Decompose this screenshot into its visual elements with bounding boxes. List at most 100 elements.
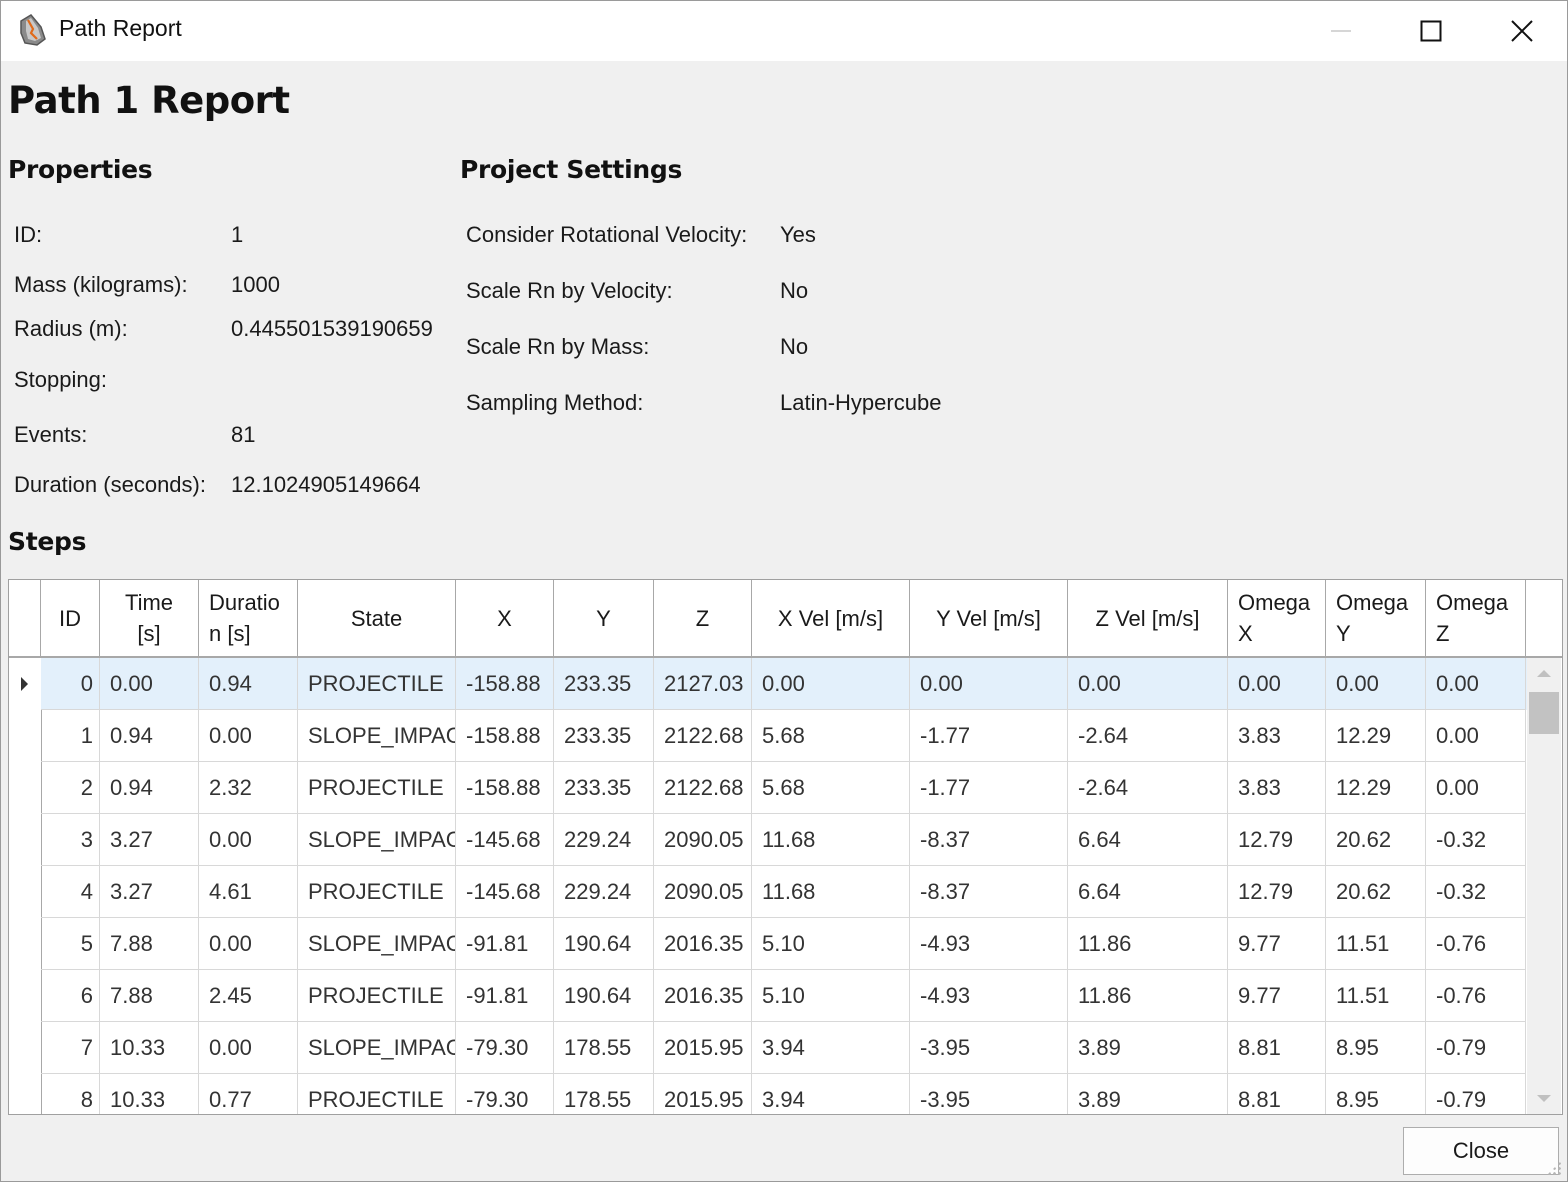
cell-z[interactable]: 2015.95 — [654, 1022, 752, 1074]
cell-x[interactable]: -91.81 — [456, 918, 554, 970]
cell-duration[interactable]: 0.77 — [199, 1074, 298, 1114]
column-header-x[interactable]: X — [456, 580, 554, 656]
cell-state[interactable]: SLOPE_IMPAC — [298, 814, 456, 866]
cell-omega-x[interactable]: 3.83 — [1228, 762, 1326, 814]
column-header-omega-x[interactable]: Omega X — [1228, 580, 1326, 656]
cell-z-vel[interactable]: -2.64 — [1068, 762, 1228, 814]
cell-z[interactable]: 2127.03 — [654, 658, 752, 710]
cell-y[interactable]: 233.35 — [554, 762, 654, 814]
cell-y-vel[interactable]: -8.37 — [910, 814, 1068, 866]
cell-time[interactable]: 10.33 — [100, 1074, 199, 1114]
cell-omega-y[interactable]: 8.95 — [1326, 1074, 1426, 1114]
cell-omega-z[interactable]: -0.79 — [1426, 1074, 1526, 1114]
vertical-scrollbar[interactable] — [1527, 658, 1561, 1114]
cell-x-vel[interactable]: 0.00 — [752, 658, 910, 710]
cell-state[interactable]: PROJECTILE — [298, 658, 456, 710]
cell-x[interactable]: -158.88 — [456, 762, 554, 814]
column-header-z-vel[interactable]: Z Vel [m/s] — [1068, 580, 1228, 656]
cell-id[interactable]: 1 — [41, 710, 100, 762]
cell-y[interactable]: 178.55 — [554, 1022, 654, 1074]
cell-omega-x[interactable]: 12.79 — [1228, 866, 1326, 918]
cell-y-vel[interactable]: -3.95 — [910, 1074, 1068, 1114]
cell-y-vel[interactable]: -4.93 — [910, 918, 1068, 970]
cell-omega-x[interactable]: 9.77 — [1228, 918, 1326, 970]
table-row[interactable]: 8 10.33 0.77 PROJECTILE -79.30 178.55 2015.95 3… — [41, 1074, 1527, 1114]
window-close-button[interactable] — [1477, 1, 1567, 61]
cell-z-vel[interactable]: 11.86 — [1068, 970, 1228, 1022]
cell-z-vel[interactable]: 6.64 — [1068, 866, 1228, 918]
cell-x[interactable]: -79.30 — [456, 1022, 554, 1074]
cell-omega-z[interactable]: 0.00 — [1426, 710, 1526, 762]
cell-state[interactable]: PROJECTILE — [298, 970, 456, 1022]
cell-time[interactable]: 10.33 — [100, 1022, 199, 1074]
cell-y[interactable]: 190.64 — [554, 918, 654, 970]
cell-omega-z[interactable]: 0.00 — [1426, 658, 1526, 710]
cell-duration[interactable]: 2.45 — [199, 970, 298, 1022]
cell-id[interactable]: 6 — [41, 970, 100, 1022]
cell-id[interactable]: 4 — [41, 866, 100, 918]
cell-y[interactable]: 229.24 — [554, 814, 654, 866]
minimize-button[interactable] — [1296, 1, 1386, 61]
cell-omega-y[interactable]: 12.29 — [1326, 762, 1426, 814]
cell-state[interactable]: PROJECTILE — [298, 866, 456, 918]
cell-z-vel[interactable]: 0.00 — [1068, 658, 1228, 710]
table-row[interactable]: 1 0.94 0.00 SLOPE_IMPAC -158.88 233.35 2122.68… — [41, 710, 1527, 762]
cell-id[interactable]: 3 — [41, 814, 100, 866]
cell-id[interactable]: 5 — [41, 918, 100, 970]
cell-z[interactable]: 2015.95 — [654, 1074, 752, 1114]
cell-x-vel[interactable]: 11.68 — [752, 814, 910, 866]
cell-time[interactable]: 7.88 — [100, 918, 199, 970]
cell-omega-z[interactable]: -0.76 — [1426, 970, 1526, 1022]
cell-duration[interactable]: 2.32 — [199, 762, 298, 814]
cell-z[interactable]: 2090.05 — [654, 866, 752, 918]
cell-z[interactable]: 2090.05 — [654, 814, 752, 866]
cell-y[interactable]: 178.55 — [554, 1074, 654, 1114]
column-header-duration[interactable]: Duratio n [s] — [199, 580, 298, 656]
cell-x-vel[interactable]: 5.68 — [752, 762, 910, 814]
cell-x-vel[interactable]: 3.94 — [752, 1074, 910, 1114]
cell-time[interactable]: 0.94 — [100, 762, 199, 814]
cell-duration[interactable]: 0.00 — [199, 814, 298, 866]
column-header-state[interactable]: State — [298, 580, 456, 656]
column-header-id[interactable]: ID — [41, 580, 100, 656]
cell-time[interactable]: 3.27 — [100, 866, 199, 918]
table-row[interactable]: 7 10.33 0.00 SLOPE_IMPAC -79.30 178.55 2015.95… — [41, 1022, 1527, 1074]
cell-duration[interactable]: 4.61 — [199, 866, 298, 918]
column-header-omega-z[interactable]: Omega Z — [1426, 580, 1526, 656]
cell-omega-z[interactable]: -0.76 — [1426, 918, 1526, 970]
cell-omega-y[interactable]: 20.62 — [1326, 814, 1426, 866]
cell-x-vel[interactable]: 5.68 — [752, 710, 910, 762]
cell-x[interactable]: -158.88 — [456, 658, 554, 710]
cell-z[interactable]: 2016.35 — [654, 970, 752, 1022]
cell-state[interactable]: PROJECTILE — [298, 1074, 456, 1114]
table-row[interactable]: 3 3.27 0.00 SLOPE_IMPAC -145.68 229.24 2090.05… — [41, 814, 1527, 866]
cell-x-vel[interactable]: 3.94 — [752, 1022, 910, 1074]
cell-y[interactable]: 190.64 — [554, 970, 654, 1022]
column-header-x-vel[interactable]: X Vel [m/s] — [752, 580, 910, 656]
table-row[interactable]: 6 7.88 2.45 PROJECTILE -91.81 190.64 2016.35 5.… — [41, 970, 1527, 1022]
cell-time[interactable]: 7.88 — [100, 970, 199, 1022]
cell-z-vel[interactable]: 6.64 — [1068, 814, 1228, 866]
cell-y[interactable]: 233.35 — [554, 710, 654, 762]
scrollbar-thumb[interactable] — [1529, 692, 1559, 734]
close-button[interactable]: Close — [1403, 1127, 1559, 1175]
cell-x-vel[interactable]: 5.10 — [752, 918, 910, 970]
cell-omega-x[interactable]: 0.00 — [1228, 658, 1326, 710]
cell-omega-z[interactable]: -0.32 — [1426, 814, 1526, 866]
cell-z-vel[interactable]: 3.89 — [1068, 1074, 1228, 1114]
scroll-up-arrow-icon[interactable] — [1537, 670, 1551, 677]
table-row[interactable]: 5 7.88 0.00 SLOPE_IMPAC -91.81 190.64 2016.35 5… — [41, 918, 1527, 970]
cell-omega-z[interactable]: 0.00 — [1426, 762, 1526, 814]
maximize-button[interactable] — [1386, 1, 1476, 61]
cell-z-vel[interactable]: 11.86 — [1068, 918, 1228, 970]
cell-omega-y[interactable]: 0.00 — [1326, 658, 1426, 710]
cell-state[interactable]: SLOPE_IMPAC — [298, 1022, 456, 1074]
cell-time[interactable]: 3.27 — [100, 814, 199, 866]
cell-z[interactable]: 2122.68 — [654, 762, 752, 814]
column-header-z[interactable]: Z — [654, 580, 752, 656]
cell-omega-x[interactable]: 9.77 — [1228, 970, 1326, 1022]
cell-omega-x[interactable]: 3.83 — [1228, 710, 1326, 762]
cell-z[interactable]: 2016.35 — [654, 918, 752, 970]
cell-duration[interactable]: 0.00 — [199, 1022, 298, 1074]
cell-x-vel[interactable]: 11.68 — [752, 866, 910, 918]
